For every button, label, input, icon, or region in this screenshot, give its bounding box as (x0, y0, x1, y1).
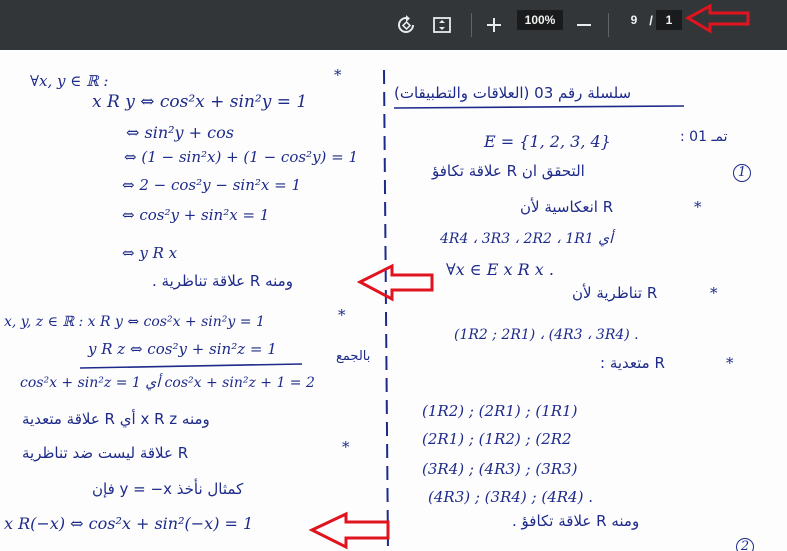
page-separator: / (649, 12, 653, 28)
left-line-7: ⇔ y R x (122, 244, 178, 262)
left-line-3: ⇔ sin²y + cos (126, 123, 234, 142)
pdf-toolbar: 100% 9 / 1 (0, 0, 787, 50)
page-number-input[interactable]: 9 (622, 10, 646, 30)
page-total: 1 (656, 10, 682, 30)
toolbar-divider (471, 13, 472, 37)
zoom-level[interactable]: 100% (517, 10, 563, 30)
right-line-2: E = {1, 2, 3, 4} (484, 132, 611, 151)
zoom-in-button[interactable] (478, 9, 510, 41)
right-line-14: (4R3) ; (3R4) ; (4R4) . (428, 488, 593, 506)
fit-page-button[interactable] (426, 9, 458, 41)
left-line-15: كمثال نأخذ y = −x فإن (92, 480, 244, 498)
column-divider (383, 69, 389, 551)
right-line-8: R تناظرية لأن (572, 284, 658, 302)
left-line-9: x, y, z ∈ ℝ : x R y ⇔ cos²x + sin²y = 1 (4, 314, 265, 330)
title-underline (393, 105, 685, 109)
left-line-4: ⇔ (1 − sin²x) + (1 − cos²y) = 1 (124, 148, 359, 166)
right-circled-2: 2 (736, 538, 754, 551)
right-line-3: تمـ 01 : (680, 129, 728, 145)
left-line-6: ⇔ cos²y + sin²x = 1 (122, 206, 270, 224)
left-line-1: ∀x, y ∈ ℝ : (30, 72, 109, 90)
right-line-9: (1R2 ; 2R1) ، (4R3 ، 3R4) . (454, 327, 639, 343)
zoom-out-icon (577, 24, 591, 26)
right-line-12: (2R1) ; (1R2) ; (2R2 (422, 430, 572, 448)
fit-page-icon (433, 17, 451, 33)
right-line-4: التحقق ان R علاقة تكافؤ (432, 162, 585, 180)
left-line-11: بالجمع (336, 349, 371, 364)
rotate-icon (398, 15, 414, 33)
left-asterisk-1: * (334, 66, 342, 84)
right-line-7: ∀x ∈ E x R x . (446, 260, 554, 279)
toolbar-divider (608, 13, 609, 37)
left-asterisk-2: * (338, 306, 346, 324)
left-line-8: ومنه R علاقة تناظرية . (152, 272, 293, 290)
rotate-button[interactable] (390, 9, 422, 41)
document-page: ∀x, y ∈ ℝ : x R y ⇔ cos²x + sin²y = 1 ⇔ … (0, 50, 787, 551)
right-line-13: (3R4) ; (4R3) ; (3R3) (422, 460, 578, 478)
right-line-15: ومنه R علاقة تكافؤ . (512, 512, 640, 530)
right-line-11: (1R2) ; (2R1) ; (1R1) (422, 402, 578, 420)
right-asterisk-2: * (710, 284, 718, 302)
right-asterisk-3: * (726, 354, 734, 372)
zoom-out-button[interactable] (568, 9, 600, 41)
right-asterisk-1: * (694, 198, 702, 216)
left-line-5: ⇔ 2 − cos²y − sin²x = 1 (122, 176, 301, 194)
right-line-10: R متعدية : (600, 354, 665, 372)
left-line-12: cos²x + sin²z = 1 أي cos²x + sin²z + 1 =… (20, 375, 315, 391)
right-circled-1: 1 (733, 164, 751, 182)
sum-underline (79, 363, 303, 369)
left-line-13: ومنه x R z أي R علاقة متعدية (22, 410, 210, 428)
right-title: سلسلة رقم 03 (العلاقات والتطبيقات) (394, 84, 632, 102)
left-line-14: R علاقة ليست ضد تناظرية (22, 444, 189, 462)
left-line-2: x R y ⇔ cos²x + sin²y = 1 (92, 92, 308, 112)
left-line-16: x R(−x) ⇔ cos²x + sin²(−x) = 1 (4, 514, 254, 533)
right-line-6: 4R4 ، 3R3 ، 2R2 ، 1R1 أي (440, 231, 613, 247)
zoom-in-icon (487, 18, 501, 32)
left-line-10: y R z ⇔ cos²y + sin²z = 1 (88, 340, 277, 358)
left-asterisk-3: * (342, 438, 350, 456)
right-line-5: R انعكاسية لأن (520, 198, 614, 216)
